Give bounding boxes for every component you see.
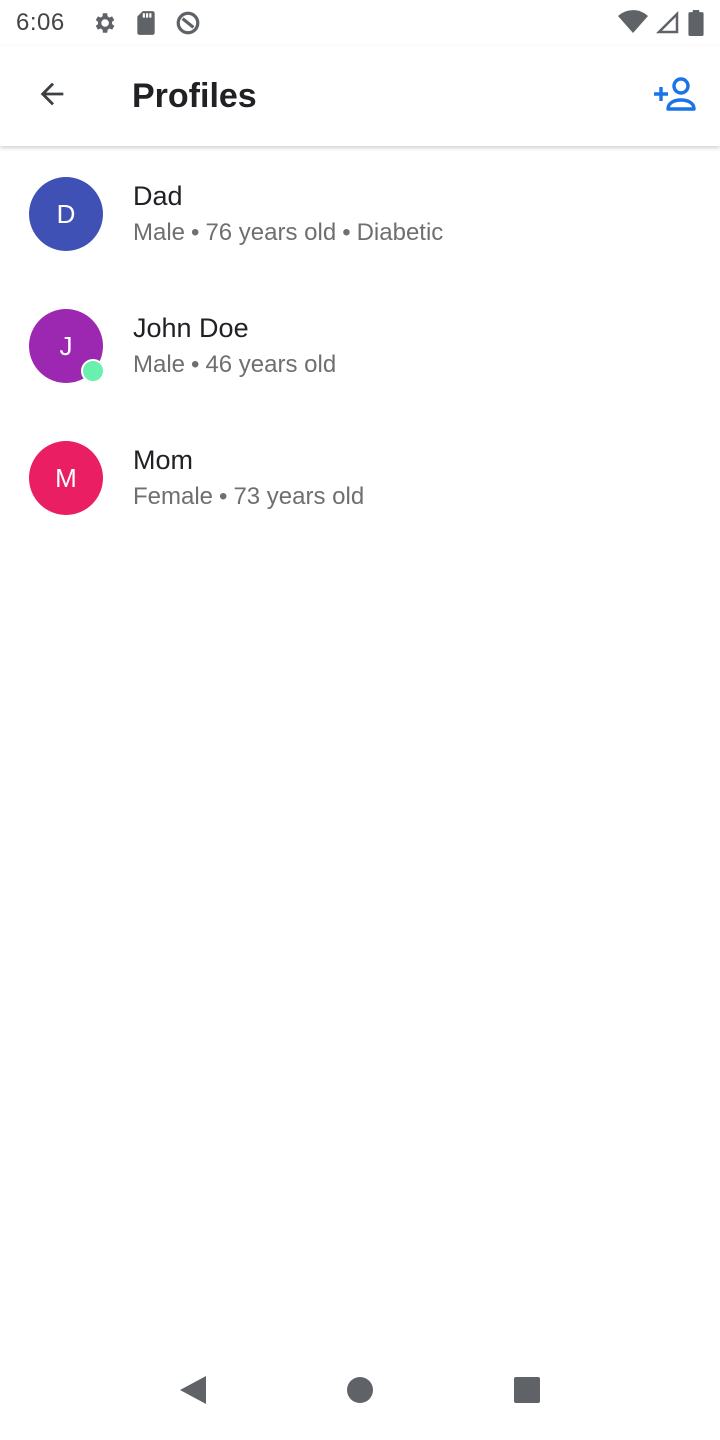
profile-gender: Male	[133, 351, 186, 378]
wifi-icon	[618, 10, 648, 36]
profile-item-mom[interactable]: M Mom Female • 73 years old	[0, 412, 720, 544]
profile-details: Female • 73 years old	[133, 480, 364, 514]
avatar-wrap: D	[29, 177, 103, 251]
profile-age: 46 years old	[205, 351, 337, 378]
profile-condition: Diabetic	[356, 219, 444, 246]
status-bar: 6:06	[0, 0, 720, 46]
nav-recents-button[interactable]	[495, 1360, 559, 1424]
nav-back-button[interactable]	[161, 1360, 225, 1424]
profile-list: D Dad Male • 76 years old • Diabetic J John …	[0, 148, 720, 544]
profile-text: Mom Female • 73 years old	[133, 442, 364, 514]
avatar: D	[29, 177, 103, 251]
profile-name: Mom	[133, 445, 193, 475]
profile-details: Male • 46 years old	[133, 348, 336, 382]
profile-text: John Doe Male • 46 years old	[133, 310, 336, 382]
profile-gender: Male	[133, 219, 186, 246]
home-circle-icon	[345, 1375, 375, 1410]
page-title: Profiles	[132, 76, 257, 115]
recents-square-icon	[513, 1376, 541, 1409]
bullet-separator: •	[191, 219, 200, 246]
app-bar: Profiles	[0, 46, 720, 146]
avatar: M	[29, 441, 103, 515]
screen: 6:06 Profiles D Dad Male • 76 years old …	[0, 0, 720, 1440]
settings-icon	[91, 10, 117, 36]
status-left-icons	[91, 10, 201, 36]
nav-home-button[interactable]	[328, 1360, 392, 1424]
profile-text: Dad Male • 76 years old • Diabetic	[133, 178, 443, 250]
profile-age: 76 years old	[205, 219, 337, 246]
profile-item-john-doe[interactable]: J John Doe Male • 46 years old	[0, 280, 720, 412]
person-add-icon	[652, 76, 696, 117]
profile-item-dad[interactable]: D Dad Male • 76 years old • Diabetic	[0, 148, 720, 280]
profile-name: Dad	[133, 181, 183, 211]
status-right-icons	[618, 10, 704, 36]
bullet-separator: •	[342, 219, 351, 246]
profile-age: 73 years old	[233, 483, 365, 510]
profile-details: Male • 76 years old • Diabetic	[133, 216, 443, 250]
profile-gender: Female	[133, 483, 214, 510]
avatar-wrap: M	[29, 441, 103, 515]
bullet-separator: •	[219, 483, 228, 510]
arrow-back-icon	[35, 77, 69, 116]
cell-signal-icon	[656, 10, 680, 36]
online-status-dot	[81, 359, 105, 383]
bullet-separator: •	[191, 351, 200, 378]
data-saver-icon	[175, 10, 201, 36]
add-profile-button[interactable]	[642, 64, 706, 128]
avatar-wrap: J	[29, 309, 105, 383]
status-time: 6:06	[16, 9, 65, 36]
profile-name: John Doe	[133, 313, 249, 343]
back-button[interactable]	[20, 64, 84, 128]
back-triangle-icon	[178, 1374, 208, 1411]
system-nav-bar	[0, 1344, 720, 1440]
battery-icon	[688, 10, 704, 36]
sd-card-icon	[135, 10, 157, 36]
